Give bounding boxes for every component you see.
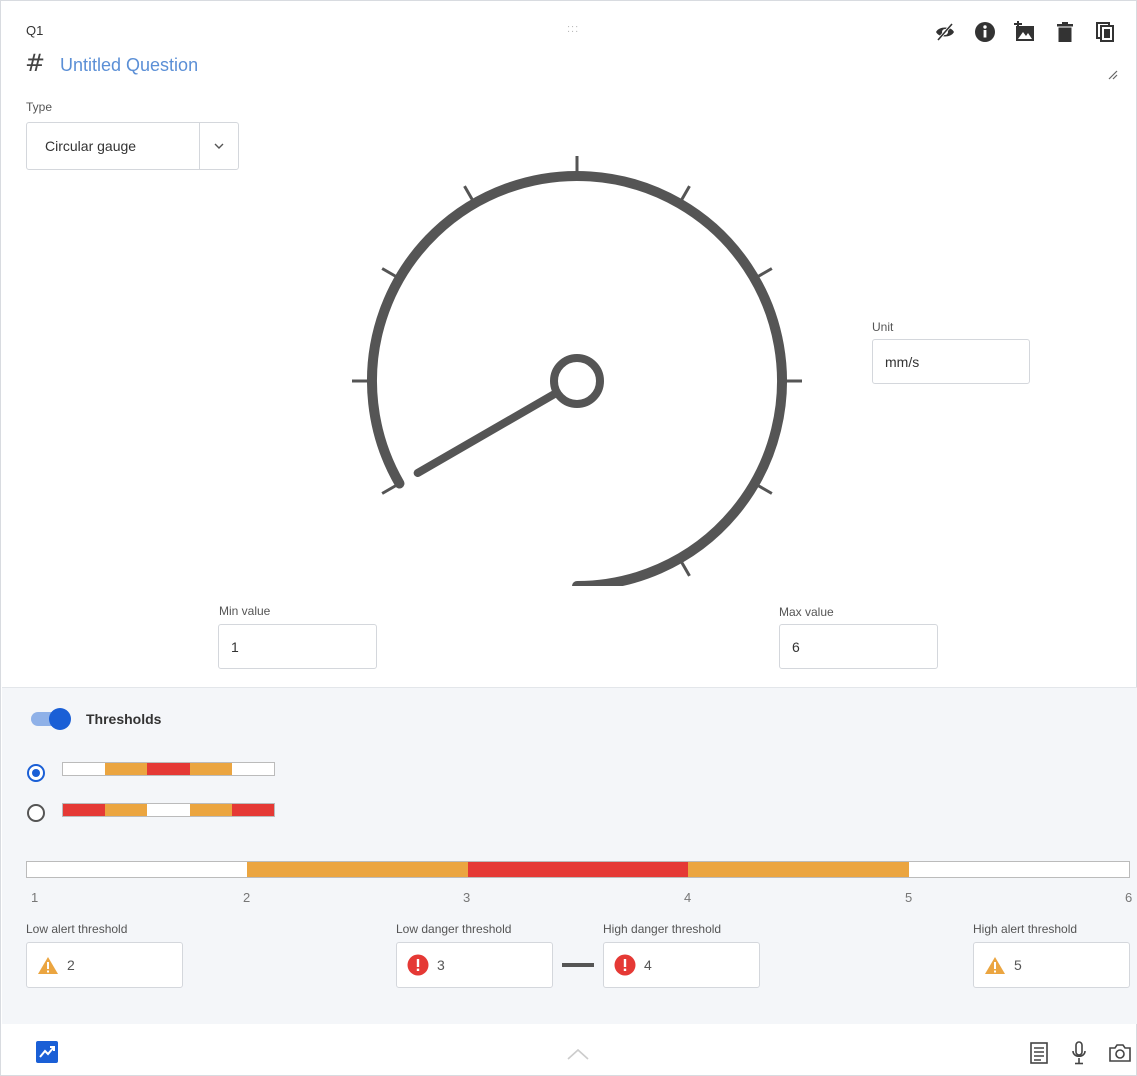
mode-2-segment [63, 804, 106, 816]
high-danger-input[interactable]: 4 [603, 942, 760, 988]
mode-1-segment [63, 763, 106, 775]
thresholds-toggle-label: Thresholds [86, 711, 162, 727]
chevron-down-icon[interactable] [199, 123, 238, 169]
mode-1-segment [231, 763, 275, 775]
warning-icon [38, 956, 58, 974]
notes-icon[interactable] [1030, 1042, 1048, 1064]
question-number: Q1 [26, 23, 44, 38]
scale-segment [467, 862, 689, 877]
camera-icon[interactable] [1108, 1043, 1132, 1063]
add-image-icon[interactable] [1012, 19, 1038, 45]
min-value-input[interactable] [218, 624, 377, 669]
danger-icon [614, 954, 636, 976]
trash-icon[interactable] [1052, 19, 1078, 45]
thresholds-toggle[interactable] [29, 707, 71, 730]
threshold-scale-bar [26, 861, 1130, 878]
chevron-up-icon[interactable] [566, 1047, 590, 1061]
scale-tick-label: 6 [1125, 890, 1133, 905]
gauge-needle [413, 390, 559, 477]
max-value-input[interactable] [779, 624, 938, 669]
range-dash [562, 963, 594, 967]
info-icon[interactable] [972, 19, 998, 45]
eye-slash-icon[interactable] [932, 19, 958, 45]
scale-segment [247, 862, 468, 877]
high-alert-label: High alert threshold [973, 922, 1078, 936]
threshold-mode-preview-2[interactable] [62, 803, 275, 817]
low-danger-input[interactable]: 3 [396, 942, 553, 988]
mode-2-segment [189, 804, 232, 816]
mode-2-segment [105, 804, 148, 816]
scale-segment [688, 862, 909, 877]
scale-tick-label: 2 [243, 890, 251, 905]
danger-icon [407, 954, 429, 976]
low-danger-label: Low danger threshold [396, 922, 512, 936]
question-toolbar [932, 19, 1118, 45]
question-title[interactable]: Untitled Question [60, 55, 198, 76]
mode-2-segment [147, 804, 190, 816]
max-value-label: Max value [779, 605, 834, 619]
drag-handle[interactable]: ::: [567, 23, 579, 35]
scale-segment [27, 862, 248, 877]
resize-handle-icon[interactable] [1108, 67, 1118, 85]
mode-1-segment [189, 763, 232, 775]
high-danger-label: High danger threshold [603, 922, 722, 936]
scale-tick-label: 3 [463, 890, 471, 905]
chart-icon[interactable] [36, 1041, 58, 1063]
type-select[interactable]: Circular gauge [26, 122, 239, 170]
scale-tick-label: 5 [905, 890, 913, 905]
scale-tick-label: 4 [684, 890, 692, 905]
microphone-icon[interactable] [1071, 1041, 1087, 1065]
low-alert-value: 2 [67, 957, 75, 973]
unit-input[interactable] [872, 339, 1030, 384]
high-alert-input[interactable]: 5 [973, 942, 1130, 988]
gauge-hub [550, 354, 604, 408]
low-alert-input[interactable]: 2 [26, 942, 183, 988]
low-danger-value: 3 [437, 957, 445, 973]
threshold-mode-radio-2[interactable] [27, 804, 45, 822]
circular-gauge [352, 156, 802, 586]
number-type-icon: # [25, 49, 46, 77]
threshold-mode-preview-1[interactable] [62, 762, 275, 776]
low-alert-label: Low alert threshold [26, 922, 128, 936]
copy-icon[interactable] [1092, 19, 1118, 45]
mode-1-segment [147, 763, 190, 775]
mode-1-segment [105, 763, 148, 775]
mode-2-segment [231, 804, 275, 816]
question-card: Q1 ::: # Untitled Question Type Circular… [0, 0, 1137, 1076]
high-danger-value: 4 [644, 957, 652, 973]
high-alert-value: 5 [1014, 957, 1022, 973]
threshold-mode-radio-1[interactable] [27, 764, 45, 782]
scale-segment [908, 862, 1130, 877]
type-label: Type [26, 100, 53, 114]
type-select-value: Circular gauge [45, 138, 137, 154]
warning-icon [985, 956, 1005, 974]
scale-tick-label: 1 [31, 890, 39, 905]
unit-label: Unit [872, 320, 894, 334]
min-value-label: Min value [219, 604, 271, 618]
